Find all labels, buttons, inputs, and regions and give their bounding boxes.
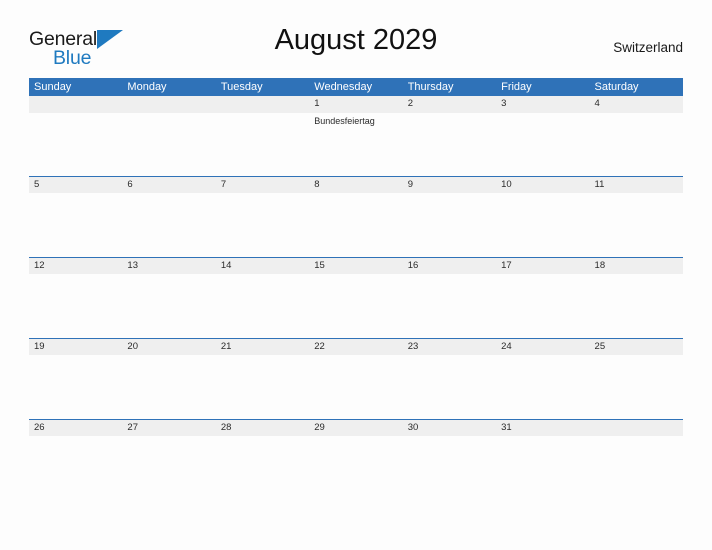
day-event-text — [590, 355, 683, 417]
calendar-table: Sunday Monday Tuesday Wednesday Thursday… — [29, 78, 683, 500]
date-number[interactable]: 22 — [309, 339, 402, 355]
date-number[interactable]: 25 — [590, 339, 683, 355]
date-number[interactable]: 30 — [403, 420, 496, 436]
date-number[interactable] — [590, 420, 683, 436]
day-event-text — [29, 274, 122, 336]
day-event-text — [122, 355, 215, 417]
day-event-text — [309, 436, 402, 498]
calendar-week-row: 1 2 3 4 Bundesfeiertag — [29, 96, 683, 176]
week-date-band: 19 20 21 22 23 24 25 — [29, 338, 683, 355]
day-event-text: Bundesfeiertag — [314, 116, 375, 126]
date-number[interactable]: 17 — [496, 258, 589, 274]
date-number[interactable]: 23 — [403, 339, 496, 355]
day-event-text — [29, 355, 122, 417]
date-number[interactable]: 24 — [496, 339, 589, 355]
week-date-band: 12 13 14 15 16 17 18 — [29, 257, 683, 274]
day-event-text — [496, 355, 589, 417]
page-title: August 2029 — [274, 24, 438, 56]
week-event-band: Bundesfeiertag — [29, 113, 683, 175]
day-event-text — [216, 274, 309, 336]
day-event-text — [216, 113, 309, 175]
date-number[interactable]: 16 — [403, 258, 496, 274]
date-number[interactable]: 15 — [309, 258, 402, 274]
week-date-band: 5 6 7 8 9 10 11 — [29, 176, 683, 193]
date-number[interactable]: 14 — [216, 258, 309, 274]
day-event-text — [590, 193, 683, 255]
day-event-text — [122, 113, 215, 175]
weekday-header-saturday: Saturday — [594, 81, 639, 93]
day-event-text — [309, 274, 402, 336]
date-number[interactable]: 8 — [309, 177, 402, 193]
date-number[interactable]: 10 — [496, 177, 589, 193]
date-number[interactable] — [29, 96, 122, 113]
day-event-text — [29, 113, 122, 175]
day-event-text — [590, 113, 683, 175]
week-event-band — [29, 355, 683, 417]
weekday-header-row: Sunday Monday Tuesday Wednesday Thursday… — [29, 78, 683, 96]
day-event-text — [29, 193, 122, 255]
week-event-band — [29, 274, 683, 336]
weekday-header-friday: Friday — [501, 81, 532, 93]
day-event-text — [122, 436, 215, 498]
date-number[interactable]: 28 — [216, 420, 309, 436]
day-event-text — [403, 436, 496, 498]
day-event-text — [29, 436, 122, 498]
date-number[interactable]: 27 — [122, 420, 215, 436]
day-event-text — [403, 113, 496, 175]
weekday-header-wednesday: Wednesday — [314, 81, 373, 93]
date-number[interactable]: 11 — [590, 177, 683, 193]
date-number[interactable]: 2 — [403, 96, 496, 113]
date-number[interactable]: 12 — [29, 258, 122, 274]
calendar-week-row: 19 20 21 22 23 24 25 — [29, 338, 683, 419]
date-number[interactable]: 19 — [29, 339, 122, 355]
day-event-text — [590, 274, 683, 336]
day-event-text — [403, 193, 496, 255]
country-label: Switzerland — [613, 40, 683, 55]
day-event-text — [216, 355, 309, 417]
week-date-band: 26 27 28 29 30 31 — [29, 419, 683, 436]
date-number[interactable]: 3 — [496, 96, 589, 113]
calendar-page: General Blue August 2029 Switzerland Sun… — [0, 0, 712, 550]
day-event-text — [496, 113, 589, 175]
day-event-text — [496, 436, 589, 498]
week-event-band — [29, 193, 683, 255]
date-number[interactable] — [216, 96, 309, 113]
date-number[interactable]: 5 — [29, 177, 122, 193]
date-number[interactable]: 1 — [309, 96, 402, 113]
page-header: General Blue August 2029 Switzerland — [29, 24, 683, 70]
date-number[interactable]: 7 — [216, 177, 309, 193]
date-number[interactable]: 26 — [29, 420, 122, 436]
weekday-header-monday: Monday — [127, 81, 167, 93]
day-event-text — [122, 274, 215, 336]
date-number[interactable] — [122, 96, 215, 113]
week-event-band — [29, 436, 683, 498]
date-number[interactable]: 9 — [403, 177, 496, 193]
date-number[interactable]: 29 — [309, 420, 402, 436]
day-event-text — [496, 193, 589, 255]
weekday-header-sunday: Sunday — [34, 81, 72, 93]
weekday-header-tuesday: Tuesday — [220, 81, 263, 93]
week-date-band: 1 2 3 4 — [29, 96, 683, 113]
day-event-text — [216, 436, 309, 498]
date-number[interactable]: 21 — [216, 339, 309, 355]
day-event-text — [122, 193, 215, 255]
day-event-text — [403, 274, 496, 336]
date-number[interactable]: 18 — [590, 258, 683, 274]
calendar-week-row: 5 6 7 8 9 10 11 — [29, 176, 683, 257]
calendar-week-row: 12 13 14 15 16 17 18 — [29, 257, 683, 338]
date-number[interactable]: 4 — [590, 96, 683, 113]
calendar-week-row: 26 27 28 29 30 31 — [29, 419, 683, 500]
weekday-header-thursday: Thursday — [407, 81, 454, 93]
day-event-text — [403, 355, 496, 417]
date-number[interactable]: 13 — [122, 258, 215, 274]
day-event-text — [496, 274, 589, 336]
day-event-text — [216, 193, 309, 255]
day-event-text — [590, 436, 683, 498]
day-event-text — [309, 355, 402, 417]
date-number[interactable]: 31 — [496, 420, 589, 436]
day-event-text — [309, 193, 402, 255]
date-number[interactable]: 20 — [122, 339, 215, 355]
date-number[interactable]: 6 — [122, 177, 215, 193]
